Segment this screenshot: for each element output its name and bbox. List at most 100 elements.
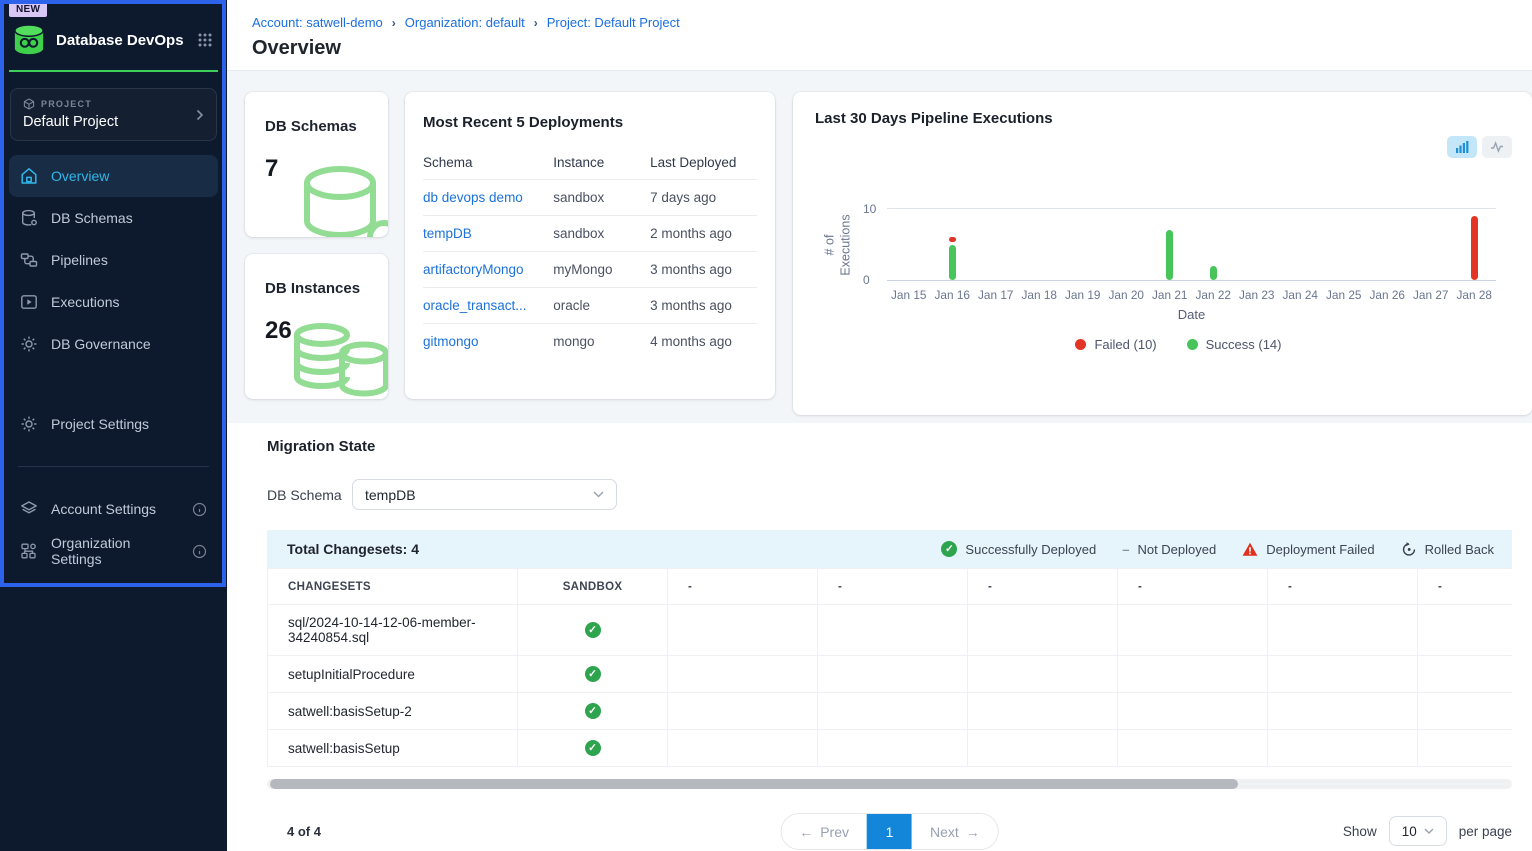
x-tick-label: Jan 22	[1192, 288, 1236, 302]
changeset-name-cell: satwell:basisSetup	[268, 730, 518, 767]
x-tick-label: Jan 16	[931, 288, 975, 302]
bar-chart-toggle-button[interactable]	[1447, 136, 1477, 158]
instance-cell: oracle	[553, 288, 650, 324]
page-size-select[interactable]: 10	[1389, 816, 1447, 846]
changeset-name-cell: setupInitialProcedure	[268, 656, 518, 693]
check-circle-icon: ✓	[585, 740, 601, 756]
x-tick-label: Jan 26	[1366, 288, 1410, 302]
schema-link[interactable]: tempDB	[423, 226, 472, 241]
changesets-summary-bar: Total Changesets: 4 ✓ Successfully Deplo…	[267, 530, 1512, 568]
column-header-instance: Instance	[553, 145, 650, 180]
org-chart-icon	[20, 542, 38, 560]
project-label: PROJECT	[41, 99, 92, 109]
sidebar-item-organization-settings[interactable]: Organization Settings	[9, 530, 218, 572]
next-page-button[interactable]: Next →	[912, 814, 998, 849]
app-grid-icon[interactable]	[197, 32, 213, 48]
arrow-left-icon: ←	[799, 824, 813, 840]
chart-bar	[1471, 216, 1478, 280]
stat-label: DB Schemas	[245, 92, 388, 135]
sidebar-item-label: DB Schemas	[51, 210, 133, 226]
chart-legend: Failed (10)Success (14)	[861, 337, 1496, 352]
chart-bar	[949, 237, 956, 242]
sidebar-item-label: Overview	[51, 168, 109, 184]
main-area: Account: satwell-demo › Organization: de…	[227, 0, 1532, 851]
status-legend: ✓ Successfully Deployed – Not Deployed D…	[941, 541, 1494, 557]
chart-bar	[1210, 266, 1217, 280]
pager-controls: ← Prev 1 Next →	[780, 813, 999, 850]
pagination-bar: 4 of 4 ← Prev 1 Next → Show 10	[267, 813, 1512, 851]
show-label: Show	[1343, 824, 1377, 839]
last-deployed-cell: 7 days ago	[650, 180, 757, 216]
prev-page-button[interactable]: ← Prev	[781, 814, 867, 849]
current-page-button[interactable]: 1	[867, 814, 912, 849]
sidebar-item-db-schemas[interactable]: DB Schemas	[9, 197, 218, 239]
sidebar-item-label: Account Settings	[51, 501, 156, 517]
sidebar-item-label: Organization Settings	[51, 535, 179, 567]
play-square-icon	[20, 293, 38, 311]
rollback-icon	[1401, 541, 1417, 557]
sidebar-divider-green	[9, 70, 218, 72]
instance-cell: mongo	[553, 324, 650, 360]
last-deployed-cell: 3 months ago	[650, 288, 757, 324]
new-badge: NEW	[9, 2, 47, 17]
changeset-name-cell: sql/2024-10-14-12-06-member-34240854.sql	[268, 605, 518, 656]
app-title: Database DevOps	[56, 32, 187, 49]
schema-link[interactable]: gitmongo	[423, 334, 479, 349]
y-tick-0: 0	[863, 273, 870, 287]
schema-link[interactable]: artifactoryMongo	[423, 262, 524, 277]
sidebar-item-executions[interactable]: Executions	[9, 281, 218, 323]
line-chart-toggle-button[interactable]	[1482, 136, 1512, 158]
info-icon[interactable]	[192, 502, 207, 517]
breadcrumb-account-link[interactable]: Account: satwell-demo	[252, 15, 383, 30]
horizontal-scrollbar-track[interactable]	[267, 779, 1512, 789]
x-tick-label: Jan 19	[1061, 288, 1105, 302]
chevron-right-icon: ›	[392, 16, 396, 30]
legend-not-deployed: – Not Deployed	[1122, 542, 1216, 557]
breadcrumb-project-link[interactable]: Project: Default Project	[547, 15, 680, 30]
sidebar-item-pipelines[interactable]: Pipelines	[9, 239, 218, 281]
sidebar: NEW Database DevOps	[0, 0, 227, 851]
x-tick-label: Jan 17	[974, 288, 1018, 302]
sidebar-item-account-settings[interactable]: Account Settings	[9, 488, 218, 530]
table-row: satwell:basisSetup ✓	[268, 730, 1513, 767]
database-icon	[20, 209, 38, 227]
recent-deployments-card: Most Recent 5 Deployments Schema Instanc…	[405, 92, 775, 399]
info-icon[interactable]	[192, 544, 207, 559]
row-count-label: 4 of 4	[287, 824, 321, 839]
page-size-value: 10	[1402, 824, 1417, 839]
x-tick-label: Jan 25	[1322, 288, 1366, 302]
x-tick-label: Jan 24	[1279, 288, 1323, 302]
table-row: sql/2024-10-14-12-06-member-34240854.sql…	[268, 605, 1513, 656]
pipeline-executions-card: Last 30 Days Pipeline Executions	[793, 92, 1532, 415]
schema-link[interactable]: db devops demo	[423, 190, 523, 205]
chart-title: Last 30 Days Pipeline Executions	[815, 110, 1510, 127]
legend-item: Failed (10)	[1075, 337, 1156, 352]
sidebar-item-overview[interactable]: Overview	[9, 155, 218, 197]
horizontal-scrollbar-thumb[interactable]	[270, 779, 1238, 789]
breadcrumb: Account: satwell-demo › Organization: de…	[252, 15, 1532, 30]
per-page-label: per page	[1459, 824, 1512, 839]
y-axis-title: # of Executions	[815, 179, 861, 352]
deployments-table: Schema Instance Last Deployed db devops …	[423, 145, 757, 359]
project-selector[interactable]: PROJECT Default Project	[10, 88, 217, 141]
warning-triangle-icon	[1242, 542, 1258, 557]
chart-bar	[949, 245, 956, 281]
sidebar-item-project-settings[interactable]: Project Settings	[9, 403, 218, 445]
last-deployed-cell: 4 months ago	[650, 324, 757, 360]
x-tick-label: Jan 21	[1148, 288, 1192, 302]
changeset-name-cell: satwell:basisSetup-2	[268, 693, 518, 730]
changesets-table-container: CHANGESETS SANDBOX - - - - - - sql/2024-…	[267, 568, 1512, 767]
table-row: tempDB sandbox 2 months ago	[423, 216, 757, 252]
content-area: DB Schemas 7 DB Instances 26	[227, 71, 1532, 851]
breadcrumb-organization-link[interactable]: Organization: default	[405, 15, 525, 30]
database-stack-icon	[284, 317, 388, 399]
schema-link[interactable]: oracle_transact...	[423, 298, 527, 313]
changesets-table: CHANGESETS SANDBOX - - - - - - sql/2024-…	[267, 568, 1512, 767]
check-circle-icon: ✓	[585, 703, 601, 719]
db-instances-stat-card: DB Instances 26	[245, 254, 388, 399]
project-name: Default Project	[23, 114, 204, 130]
column-header-last-deployed: Last Deployed	[650, 145, 757, 180]
db-schema-select[interactable]: tempDB	[352, 479, 617, 510]
sidebar-item-db-governance[interactable]: DB Governance	[9, 323, 218, 365]
page-header: Account: satwell-demo › Organization: de…	[227, 0, 1532, 71]
